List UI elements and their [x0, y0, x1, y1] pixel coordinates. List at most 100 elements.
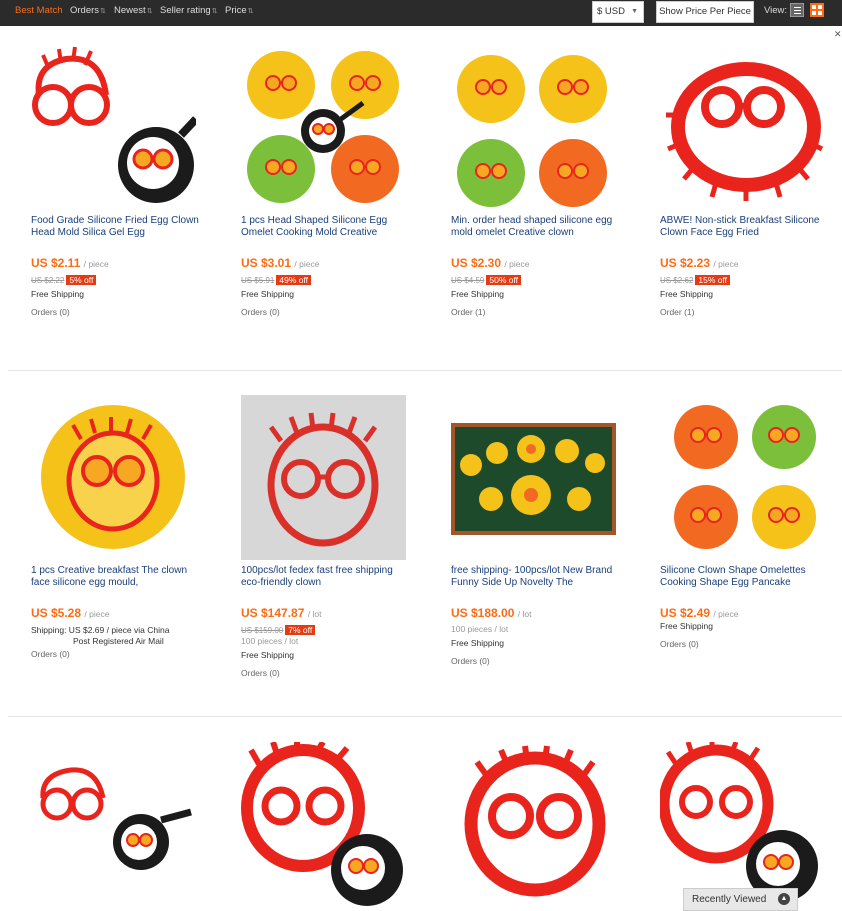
- price-unit: / piece: [294, 259, 320, 269]
- original-price-line: US $5.91 49% off: [241, 270, 312, 288]
- product-price: US $2.23 / piece: [660, 256, 738, 270]
- pieces-per-lot: 100 pieces / lot: [241, 636, 299, 646]
- product-title[interactable]: 1 pcs Creative breakfast The clown face …: [31, 565, 201, 591]
- row-divider: [8, 370, 842, 371]
- product-price: US $5.28 / piece: [31, 606, 109, 620]
- price-value: US $2.30: [451, 256, 502, 270]
- product-price: US $147.87 / lot: [241, 606, 321, 620]
- price-unit: / lot: [517, 609, 532, 619]
- discount-badge: 49% off: [276, 275, 312, 285]
- recently-viewed-button[interactable]: Recently Viewed ▲: [683, 888, 798, 911]
- row-divider: [8, 716, 842, 717]
- product-price: US $2.11 / piece: [31, 256, 109, 270]
- grid-view-icon[interactable]: [810, 3, 824, 17]
- original-price: US $2.62: [660, 276, 694, 285]
- show-price-per-piece-button[interactable]: Show Price Per Piece: [656, 1, 754, 23]
- list-view-icon[interactable]: [790, 3, 804, 17]
- product-image[interactable]: [451, 742, 616, 907]
- sort-orders[interactable]: Orders⇅: [70, 5, 106, 16]
- product-title[interactable]: Silicone Clown Shape Omelettes Cooking S…: [660, 565, 830, 591]
- original-price: US $4.59: [451, 276, 485, 285]
- product-title[interactable]: Min. order head shaped silicone egg mold…: [451, 215, 621, 241]
- product-title[interactable]: 100pcs/lot fedex fast free shipping eco-…: [241, 565, 411, 591]
- orders-count[interactable]: Orders (0): [241, 307, 280, 317]
- product-image[interactable]: [31, 45, 196, 210]
- sort-newest[interactable]: Newest⇅: [114, 5, 153, 16]
- sort-arrow-icon: ⇅: [211, 8, 218, 15]
- shipping-info: Free Shipping: [660, 289, 713, 299]
- sort-price-label: Price: [225, 5, 247, 16]
- price-value: US $188.00: [451, 606, 515, 620]
- orders-count[interactable]: Orders (0): [31, 307, 70, 317]
- price-unit: / piece: [713, 259, 739, 269]
- shipping-info: Free Shipping: [241, 289, 294, 299]
- price-value: US $2.49: [660, 606, 711, 620]
- original-price: US $5.91: [241, 276, 275, 285]
- shipping-info: Shipping: US $2.69 / piece via China Pos…: [31, 625, 191, 647]
- currency-value: $ USD: [597, 6, 625, 17]
- product-image[interactable]: [660, 742, 825, 907]
- product-image[interactable]: [31, 742, 196, 907]
- chevron-down-icon: ▼: [631, 8, 638, 15]
- orders-count[interactable]: Orders (0): [241, 668, 280, 678]
- product-image[interactable]: [451, 45, 616, 210]
- original-price: US $159.00: [241, 626, 284, 635]
- sort-orders-label: Orders: [70, 5, 100, 16]
- sort-price[interactable]: Price⇅: [225, 5, 254, 16]
- original-price-line: US $4.59 50% off: [451, 270, 522, 288]
- price-value: US $2.11: [31, 256, 81, 270]
- chevron-up-icon: ▲: [778, 893, 790, 905]
- original-price-line: US $2.22 5% off: [31, 270, 97, 288]
- price-unit: / piece: [504, 259, 530, 269]
- pieces-per-lot: 100 pieces / lot: [451, 624, 509, 634]
- price-unit: / piece: [713, 609, 739, 619]
- product-image[interactable]: [241, 742, 406, 907]
- product-price: US $2.49 / piece: [660, 606, 738, 620]
- price-unit: / piece: [83, 259, 109, 269]
- product-price: US $188.00 / lot: [451, 606, 531, 620]
- shipping-method-line: Shipping: US $2.69 / piece via China: [31, 625, 170, 635]
- orders-count[interactable]: Order (1): [451, 307, 485, 317]
- shipping-method-line: Post Registered Air Mail: [73, 636, 164, 646]
- sort-best-match[interactable]: Best Match: [15, 5, 63, 16]
- product-image[interactable]: [241, 395, 406, 560]
- shipping-info: Free Shipping: [31, 289, 84, 299]
- product-image[interactable]: [660, 395, 825, 560]
- currency-select[interactable]: $ USD ▼: [592, 1, 644, 23]
- sort-arrow-icon: ⇅: [247, 8, 254, 15]
- product-title[interactable]: Food Grade Silicone Fried Egg Clown Head…: [31, 215, 201, 241]
- original-price-line: US $2.62 15% off: [660, 270, 731, 288]
- orders-count[interactable]: Orders (0): [31, 649, 70, 659]
- orders-count[interactable]: Orders (0): [451, 656, 490, 666]
- product-image[interactable]: [31, 395, 196, 560]
- sort-seller-rating-label: Seller rating: [160, 5, 211, 16]
- product-image[interactable]: [451, 395, 616, 560]
- original-price: US $2.22: [31, 276, 65, 285]
- product-title[interactable]: ABWE! Non-stick Breakfast Silicone Clown…: [660, 215, 830, 241]
- product-title[interactable]: 1 pcs Head Shaped Silicone Egg Omelet Co…: [241, 215, 411, 241]
- price-unit: / lot: [307, 609, 322, 619]
- sort-seller-rating[interactable]: Seller rating⇅: [160, 5, 218, 16]
- price-unit: / piece: [84, 609, 110, 619]
- price-value: US $3.01: [241, 256, 292, 270]
- close-icon[interactable]: ✕: [834, 29, 842, 40]
- shipping-info: Free Shipping: [451, 638, 504, 648]
- product-price: US $3.01 / piece: [241, 256, 319, 270]
- sort-bar: Best Match Orders⇅ Newest⇅ Seller rating…: [0, 0, 842, 26]
- orders-count[interactable]: Order (1): [660, 307, 694, 317]
- product-title[interactable]: free shipping- 100pcs/lot New Brand Funn…: [451, 565, 621, 591]
- price-value: US $5.28: [31, 606, 82, 620]
- product-price: US $2.30 / piece: [451, 256, 529, 270]
- product-image[interactable]: [660, 45, 825, 210]
- shipping-info: Free Shipping: [451, 289, 504, 299]
- sort-arrow-icon: ⇅: [146, 8, 153, 15]
- discount-badge: 7% off: [285, 625, 316, 635]
- shipping-info: Free Shipping: [660, 621, 713, 631]
- discount-badge: 5% off: [66, 275, 97, 285]
- product-image[interactable]: [241, 45, 406, 210]
- recently-viewed-label: Recently Viewed: [692, 894, 767, 905]
- sort-arrow-icon: ⇅: [100, 8, 106, 15]
- orders-count[interactable]: Orders (0): [660, 639, 699, 649]
- price-value: US $147.87: [241, 606, 305, 620]
- view-label: View:: [764, 5, 788, 16]
